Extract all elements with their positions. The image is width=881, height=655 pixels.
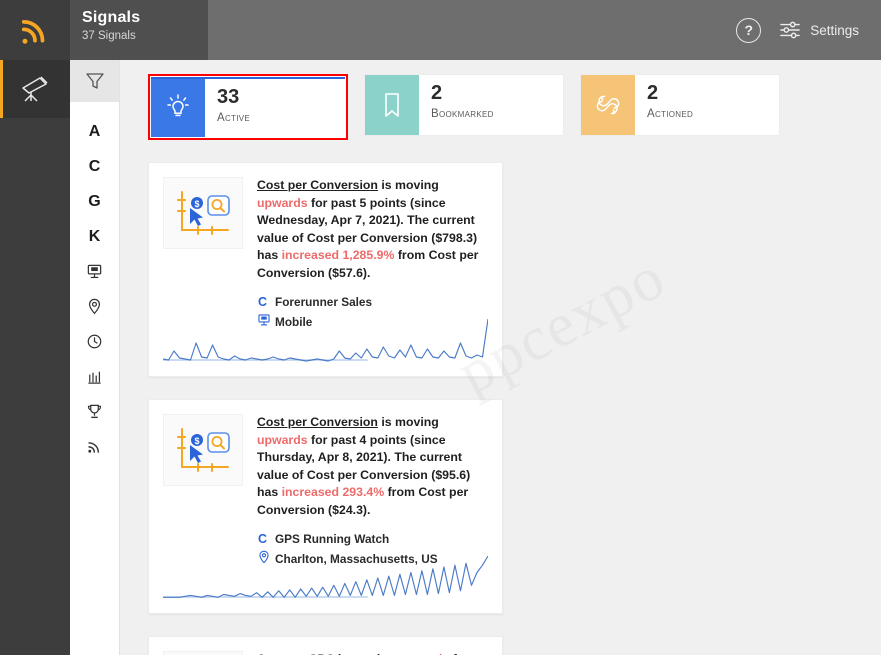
filter-strip-items: A C G K	[70, 102, 119, 464]
telescope-icon	[22, 76, 48, 102]
stat-icon-bookmarked	[365, 75, 419, 135]
clock-icon	[87, 334, 102, 349]
top-bar-spacer	[208, 0, 736, 60]
lightbulb-icon	[167, 94, 189, 117]
signal-icon	[88, 442, 99, 453]
stat-label-active: Active	[217, 112, 251, 124]
signal-direction: upwards	[257, 195, 308, 210]
strip-item-adgroup[interactable]: G	[70, 184, 119, 219]
signal-change: increased 1,285.9%	[281, 248, 395, 262]
page-title: Signals	[82, 9, 141, 26]
signal-thumbnail: $	[163, 177, 243, 249]
bookmark-icon	[385, 93, 399, 117]
signal-meta-row: C Forerunner Sales	[257, 293, 488, 310]
strip-item-campaign[interactable]: C	[70, 149, 119, 184]
signal-card-body: Average CPC is moving upwards for past 9…	[257, 651, 488, 655]
main-content: 33 Active 2 Bookmarked 2 Actioned $ Cost…	[120, 60, 881, 655]
signals-app: Signals 37 Signals ? Settings A C G K 33…	[0, 0, 881, 655]
signal-count: 37 Signals	[82, 30, 136, 42]
settings-button[interactable]: Settings	[779, 20, 859, 40]
strip-item-account[interactable]: A	[70, 114, 119, 149]
meta-badge: C	[257, 294, 268, 309]
signal-thumbnail: $	[163, 414, 243, 486]
sparkline-chart-1	[163, 555, 489, 598]
signal-card-top: $ Cost per Conversion is moving upwards …	[163, 177, 488, 333]
signal-sparkline	[163, 551, 489, 603]
strip-letter-c: C	[88, 157, 101, 175]
signal-card-body: Cost per Conversion is moving upwards fo…	[257, 177, 488, 333]
strip-item-trophy[interactable]	[70, 394, 119, 429]
meta-label: GPS Running Watch	[275, 531, 390, 546]
page-title-block: Signals 37 Signals	[70, 0, 208, 60]
infinity-arrows-icon	[596, 95, 620, 115]
signal-meta-row: C GPS Running Watch	[257, 530, 488, 547]
location-pin-icon	[88, 298, 101, 315]
signal-thumbnail	[163, 651, 243, 655]
signal-card[interactable]: $ Cost per Conversion is moving upwards …	[148, 162, 503, 377]
help-icon[interactable]: ?	[736, 17, 762, 43]
cost-per-conversion-icon: $	[177, 428, 230, 472]
stat-cards: 33 Active 2 Bookmarked 2 Actioned	[148, 74, 865, 140]
strip-item-signal[interactable]	[70, 429, 119, 464]
strip-item-time[interactable]	[70, 324, 119, 359]
sparkline-chart-0	[162, 318, 489, 362]
signal-direction: upwards	[257, 432, 308, 447]
signal-metric-link[interactable]: Cost per Conversion	[257, 415, 378, 429]
stat-icon-actioned	[581, 75, 635, 135]
filter-icon	[85, 73, 104, 89]
strip-item-keyword[interactable]: K	[70, 219, 119, 254]
signal-card[interactable]: Average CPC is moving upwards for past 9…	[148, 636, 503, 655]
bar-chart-icon	[88, 371, 101, 384]
strip-letter-k: K	[88, 227, 101, 245]
strip-item-device[interactable]	[70, 254, 119, 289]
strip-letter-g: G	[88, 192, 101, 210]
strip-item-chart[interactable]	[70, 359, 119, 394]
signal-description: Average CPC is moving upwards for past 9…	[257, 651, 488, 655]
cost-per-conversion-icon: $	[177, 191, 230, 235]
signal-metric-link[interactable]: Cost per Conversion	[257, 178, 378, 192]
stat-label-bookmarked: Bookmarked	[431, 108, 494, 120]
filter-button[interactable]	[70, 60, 119, 102]
sliders-icon	[780, 21, 801, 39]
stat-card-actioned[interactable]: 2 Actioned	[580, 74, 780, 140]
signal-card-top: Average CPC is moving upwards for past 9…	[163, 651, 488, 655]
stat-count-active: 33	[217, 86, 240, 108]
signal-card[interactable]: $ Cost per Conversion is moving upwards …	[148, 399, 503, 614]
stat-icon-active	[151, 79, 205, 137]
signal-change: increased 293.4%	[281, 485, 385, 499]
svg-text:$: $	[194, 199, 199, 209]
signal-card-body: Cost per Conversion is moving upwards fo…	[257, 414, 488, 570]
left-rail	[0, 60, 70, 655]
strip-item-location[interactable]	[70, 289, 119, 324]
stat-label-actioned: Actioned	[647, 108, 694, 120]
brand-logo[interactable]	[0, 0, 70, 60]
rss-icon	[21, 20, 45, 44]
signal-description: Cost per Conversion is moving upwards fo…	[257, 178, 479, 280]
strip-letter-a: A	[88, 122, 101, 140]
rail-item-telescope[interactable]	[0, 60, 70, 118]
meta-label: Forerunner Sales	[275, 294, 373, 309]
stat-card-active[interactable]: 33 Active	[148, 74, 348, 140]
signal-card-grid: $ Cost per Conversion is moving upwards …	[148, 162, 865, 655]
svg-text:$: $	[194, 436, 199, 446]
signal-sparkline	[162, 314, 489, 366]
stat-count-bookmarked: 2	[431, 82, 443, 104]
signal-card-top: $ Cost per Conversion is moving upwards …	[163, 414, 488, 570]
top-bar: Signals 37 Signals ? Settings	[0, 0, 881, 60]
settings-label: Settings	[810, 22, 859, 38]
stat-count-actioned: 2	[647, 82, 659, 104]
trophy-icon	[87, 404, 102, 419]
signal-description: Cost per Conversion is moving upwards fo…	[257, 415, 471, 517]
device-icon	[87, 264, 102, 279]
filter-strip: A C G K	[70, 60, 120, 655]
top-bar-actions: ? Settings	[736, 0, 881, 60]
stat-card-bookmarked[interactable]: 2 Bookmarked	[364, 74, 564, 140]
meta-badge: C	[257, 531, 268, 546]
